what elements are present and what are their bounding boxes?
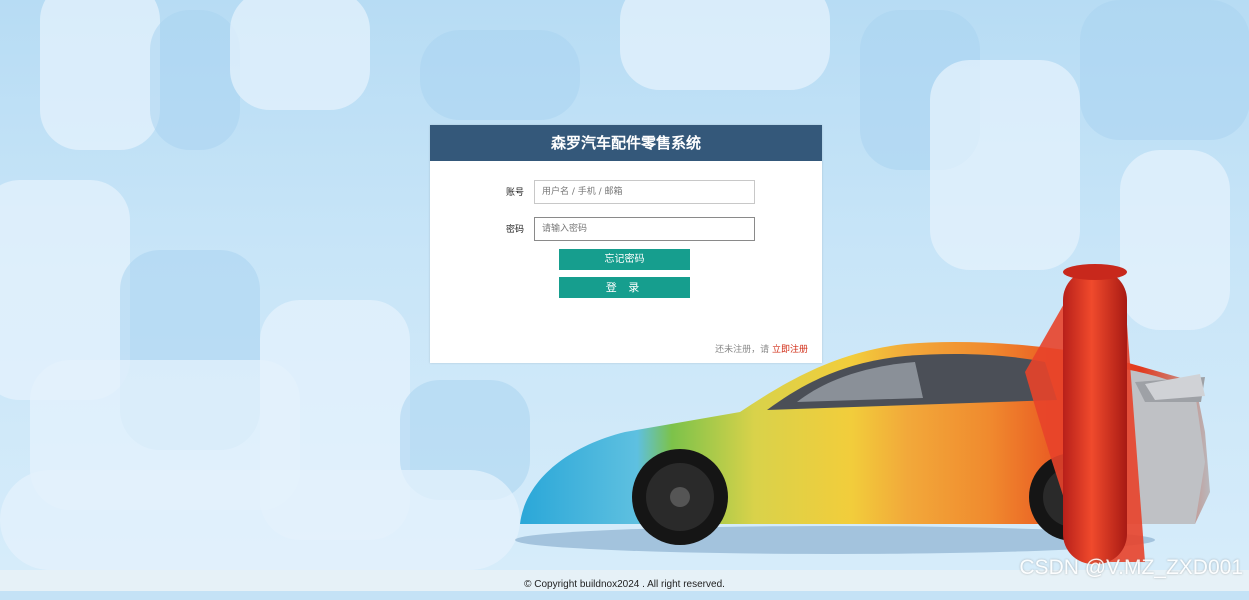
account-row: 账号 — [430, 180, 822, 206]
password-input[interactable] — [534, 217, 755, 241]
register-prompt-text: 还未注册，请 — [715, 345, 770, 355]
login-button[interactable]: 登 录 — [559, 277, 690, 298]
register-link[interactable]: 立即注册 — [772, 345, 808, 355]
watermark: CSDN @V.MZ_ZXD001 — [1019, 556, 1243, 579]
account-input[interactable] — [534, 180, 755, 204]
forgot-password-button[interactable]: 忘记密码 — [559, 249, 690, 270]
register-prompt: 还未注册，请 立即注册 — [715, 342, 808, 355]
panel-title: 森罗汽车配件零售系统 — [430, 125, 822, 161]
copyright-text: © Copyright buildnox2024 . All right res… — [524, 579, 725, 590]
password-label: 密码 — [505, 225, 524, 235]
login-panel: 森罗汽车配件零售系统 账号 密码 忘记密码 登 录 还未注册，请 立即注册 — [430, 125, 822, 363]
account-label: 账号 — [505, 188, 524, 198]
password-row: 密码 — [430, 217, 822, 243]
